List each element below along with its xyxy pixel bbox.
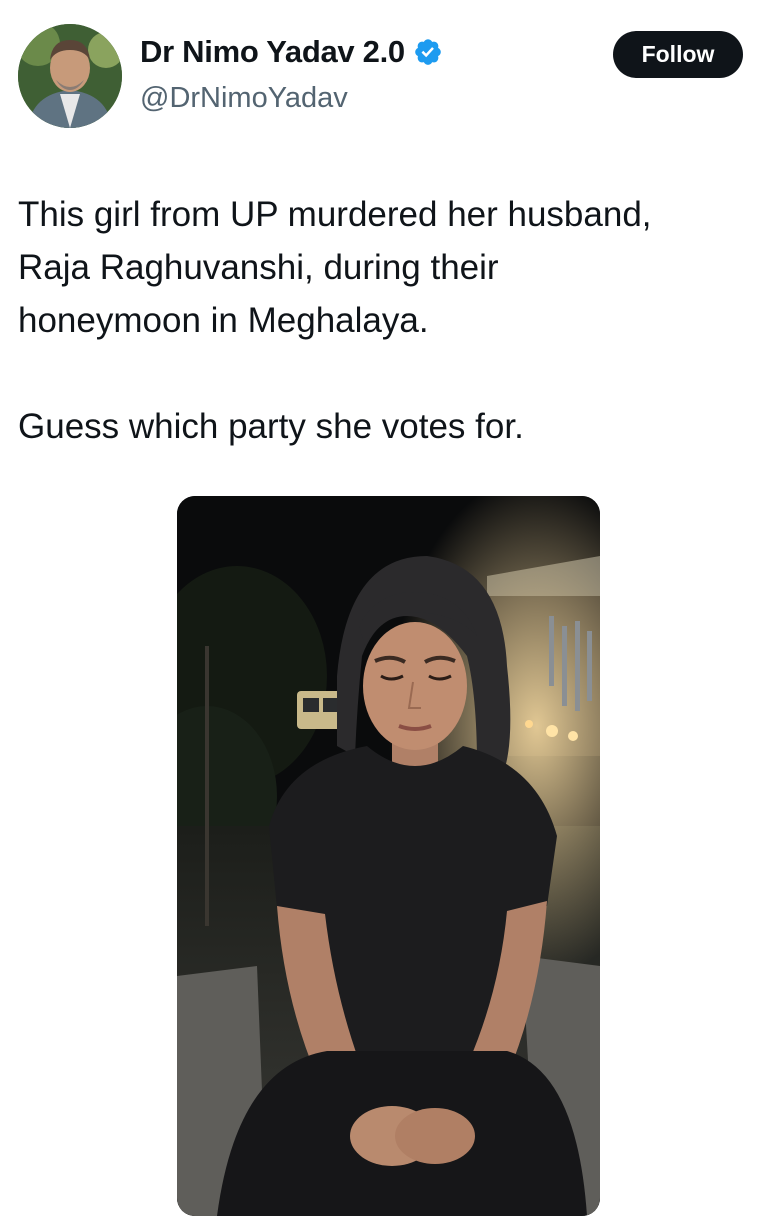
verified-badge-icon (413, 37, 443, 67)
tweet-text-line: honeymoon in Meghalaya. (18, 301, 429, 340)
avatar-image (18, 24, 122, 128)
photo-image (177, 496, 600, 1216)
avatar[interactable] (18, 24, 122, 128)
tweet-header: Dr Nimo Yadav 2.0 @DrNimoYadav Follow (0, 0, 777, 140)
author-name-row: Dr Nimo Yadav 2.0 (140, 34, 443, 70)
tweet-media-photo[interactable] (177, 496, 600, 1216)
author-display-name[interactable]: Dr Nimo Yadav 2.0 (140, 34, 405, 70)
tweet-text-line: Guess which party she votes for. (18, 407, 524, 446)
follow-button[interactable]: Follow (613, 31, 743, 78)
tweet-text-line: Raja Raghuvanshi, during their (18, 248, 499, 287)
tweet-text-line: This girl from UP murdered her husband, (18, 195, 652, 234)
tweet-text: This girl from UP murdered her husband, … (18, 188, 758, 453)
author-handle[interactable]: @DrNimoYadav (140, 82, 348, 115)
